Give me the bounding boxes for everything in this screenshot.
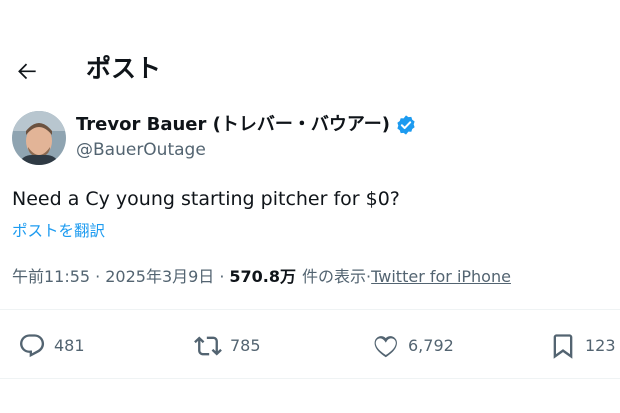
view-count-label: 件の表示 xyxy=(302,267,367,286)
reply-icon xyxy=(19,334,45,358)
repost-count: 785 xyxy=(230,336,261,355)
reply-button[interactable]: 481 xyxy=(18,328,85,364)
back-button[interactable] xyxy=(14,58,40,84)
divider xyxy=(0,378,620,379)
bookmark-button[interactable]: 123 xyxy=(549,328,616,364)
meta-separator: · xyxy=(219,267,225,286)
divider xyxy=(0,309,620,310)
tweet-date[interactable]: 2025年3月9日 xyxy=(105,265,214,289)
repost-icon xyxy=(194,336,222,356)
tweet-time[interactable]: 午前11:55 xyxy=(12,265,90,289)
top-bar: ポスト xyxy=(0,48,620,94)
action-bar: 481 785 6,792 123 xyxy=(0,328,620,364)
tweet-text: Need a Cy young starting pitcher for $0? xyxy=(12,188,400,210)
avatar-image xyxy=(12,111,66,165)
page-title: ポスト xyxy=(86,54,162,83)
author-name-row: Trevor Bauer (トレバー・バウアー) xyxy=(76,113,417,137)
author-display-name[interactable]: Trevor Bauer (トレバー・バウアー) xyxy=(76,113,390,137)
tweet-meta: 午前11:55 · 2025年3月9日 · 570.8万 件の表示 · Twit… xyxy=(12,265,511,289)
view-count: 570.8万 xyxy=(229,267,297,286)
arrow-left-icon xyxy=(18,63,36,80)
author-handle[interactable]: @BauerOutage xyxy=(76,139,206,161)
bookmark-icon xyxy=(553,334,573,359)
like-count: 6,792 xyxy=(408,336,454,355)
repost-button[interactable]: 785 xyxy=(194,328,261,364)
reply-count: 481 xyxy=(54,336,85,355)
translate-link[interactable]: ポストを翻訳 xyxy=(12,220,105,242)
heart-icon xyxy=(374,336,397,358)
like-button[interactable]: 6,792 xyxy=(372,328,454,364)
verified-badge-icon[interactable] xyxy=(395,114,417,136)
meta-separator: · xyxy=(95,267,101,286)
source-link[interactable]: Twitter for iPhone xyxy=(371,265,511,289)
bookmark-count: 123 xyxy=(585,336,616,355)
avatar[interactable] xyxy=(12,111,66,165)
